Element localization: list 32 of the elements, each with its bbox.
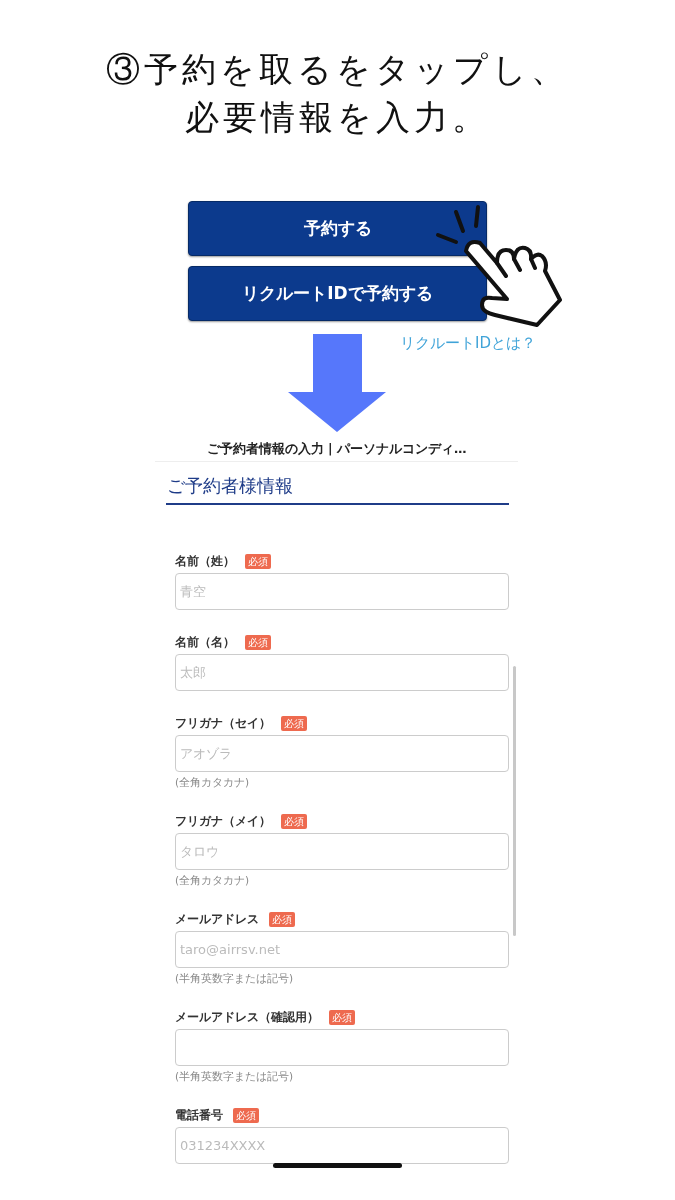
required-tag: 必須 xyxy=(233,1108,259,1123)
required-tag: 必須 xyxy=(329,1010,355,1025)
field-label: メールアドレス xyxy=(175,911,259,928)
field-label: 名前（姓） xyxy=(175,553,235,570)
required-tag: 必須 xyxy=(281,814,307,829)
reserve-button[interactable]: リクルートIDで予約する xyxy=(188,266,487,321)
field-hint: (全角カタカナ) xyxy=(175,874,250,887)
input-field[interactable]: タロウ xyxy=(175,833,509,870)
input-field[interactable]: 青空 xyxy=(175,573,509,610)
field-hint: (半角英数字または記号) xyxy=(175,972,294,985)
field-hint: (全角カタカナ) xyxy=(175,776,250,789)
required-tag: 必須 xyxy=(269,912,295,927)
down-arrow-icon xyxy=(288,334,386,432)
instruction-heading: ③予約を取るをタップし、 必要情報を入力。 xyxy=(106,50,569,138)
input-field[interactable]: 太郎 xyxy=(175,654,509,691)
field-label: 名前（名） xyxy=(175,634,235,651)
section-heading: ご予約者様情報 xyxy=(166,474,509,505)
field-label: メールアドレス（確認用） xyxy=(175,1009,319,1026)
required-tag: 必須 xyxy=(245,635,271,650)
required-tag: 必須 xyxy=(245,554,271,569)
field-label: フリガナ（セイ） xyxy=(175,715,271,732)
input-field[interactable]: 031234XXXX xyxy=(175,1127,509,1164)
field-label: 電話番号 xyxy=(175,1107,223,1124)
tapping-hand-icon xyxy=(434,204,564,329)
reserve-button[interactable]: 予約する xyxy=(188,201,487,256)
field-label: フリガナ（メイ） xyxy=(175,813,271,830)
input-field[interactable]: アオゾラ xyxy=(175,735,509,772)
input-field[interactable]: taro@airrsv.net xyxy=(175,931,509,968)
required-tag: 必須 xyxy=(281,716,307,731)
page-title: ご予約者情報の入力 | パーソナルコンディ… xyxy=(206,440,467,457)
field-hint: (半角英数字または記号) xyxy=(175,1070,294,1083)
input-field[interactable] xyxy=(175,1029,509,1066)
